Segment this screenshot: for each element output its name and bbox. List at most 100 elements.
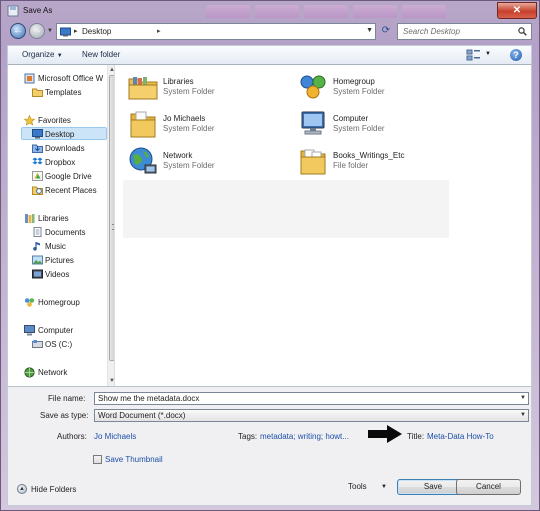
cancel-button[interactable]: Cancel: [456, 479, 521, 495]
chevron-down-icon[interactable]: ▼: [520, 412, 526, 418]
file-type: System Folder: [333, 87, 385, 96]
title-value[interactable]: Meta-Data How-To: [427, 432, 494, 441]
address-dropdown-icon[interactable]: ▼: [366, 27, 373, 34]
command-toolbar: Organize ▼ New folder ▼ ?: [7, 45, 532, 65]
save-thumbnail-label[interactable]: Save Thumbnail: [105, 455, 163, 464]
sidebar-item-recent-places[interactable]: Recent Places: [45, 186, 97, 195]
sidebar-item-office[interactable]: Microsoft Office W: [38, 74, 103, 83]
sidebar-item-os-drive[interactable]: OS (C:): [45, 340, 72, 349]
drive-icon: [32, 340, 43, 348]
search-icon[interactable]: [518, 27, 527, 36]
taskbar-thumbnail-blur: [255, 5, 299, 18]
save-thumbnail-checkbox[interactable]: [93, 455, 102, 464]
organize-button[interactable]: Organize ▼: [22, 50, 63, 59]
sidebar-item-favorites[interactable]: Favorites: [38, 116, 71, 125]
sidebar-item-libraries[interactable]: Libraries: [38, 214, 69, 223]
sidebar-item-downloads[interactable]: Downloads: [45, 144, 85, 153]
pictures-icon: [32, 255, 43, 265]
tags-label: Tags:: [238, 432, 258, 441]
file-item-network[interactable]: Network System Folder: [127, 145, 297, 179]
save-type-value: Word Document (*.docx): [98, 411, 186, 420]
chevron-down-icon[interactable]: ▼: [520, 395, 526, 401]
save-type-label: Save as type:: [40, 411, 89, 420]
authors-value[interactable]: Jo Michaels: [94, 432, 136, 441]
sidebar-item-homegroup[interactable]: Homegroup: [38, 298, 80, 307]
chevron-down-icon[interactable]: ▼: [381, 484, 387, 490]
hide-folders-label: Hide Folders: [31, 485, 77, 494]
computer-icon: [24, 325, 35, 336]
sidebar-item-network[interactable]: Network: [38, 368, 67, 377]
back-arrow-icon: ←: [13, 25, 23, 36]
taskbar-thumbnail-blur: [206, 5, 250, 18]
folder-icon: [300, 149, 326, 175]
chevron-up-icon: ▲: [17, 484, 27, 494]
refresh-icon: ⟳: [381, 25, 391, 36]
desktop-icon: [32, 129, 43, 139]
file-name: Network: [163, 151, 193, 160]
tags-value[interactable]: metadata; writing; howt...: [260, 432, 349, 441]
sidebar-item-pictures[interactable]: Pictures: [45, 256, 74, 265]
computer-icon: [301, 111, 325, 135]
file-type: System Folder: [163, 161, 215, 170]
save-as-icon: [7, 5, 19, 17]
title-label: Title:: [407, 432, 425, 441]
save-as-dialog: Save As ✕ ← → ▼ ▸ Desktop ▸ ▼ ⟳ Search D…: [0, 0, 540, 511]
search-input[interactable]: Search Desktop: [397, 23, 532, 40]
sidebar-item-computer[interactable]: Computer: [38, 326, 73, 335]
back-button[interactable]: ←: [10, 23, 26, 39]
file-item-jo-michaels[interactable]: Jo Michaels System Folder: [127, 108, 297, 142]
file-name: Books_Writings_Etc: [333, 151, 405, 160]
file-name: Homegroup: [333, 77, 375, 86]
network-icon: [24, 367, 35, 378]
homegroup-icon: [300, 75, 326, 99]
save-type-select[interactable]: Word Document (*.docx) ▼: [94, 409, 529, 422]
sidebar-item-music[interactable]: Music: [45, 242, 66, 251]
sidebar-item-documents[interactable]: Documents: [45, 228, 85, 237]
arrow-right-icon: [368, 425, 402, 443]
file-type: File folder: [333, 161, 369, 170]
user-folder-icon: [130, 111, 156, 138]
file-name-input[interactable]: Show me the metadata.docx ▼: [94, 392, 529, 405]
file-item-books-writings-etc[interactable]: Books_Writings_Etc File folder: [297, 145, 467, 179]
file-type: System Folder: [163, 87, 215, 96]
views-dropdown-icon[interactable]: ▼: [485, 51, 491, 57]
sidebar-item-google-drive[interactable]: Google Drive: [45, 172, 92, 181]
file-name-value: Show me the metadata.docx: [98, 394, 200, 403]
navigation-pane: Microsoft Office W Templates Favorites D…: [7, 65, 116, 386]
file-type: System Folder: [163, 124, 215, 133]
close-button[interactable]: ✕: [497, 2, 537, 19]
music-icon: [33, 242, 40, 251]
homegroup-icon: [24, 298, 35, 307]
breadcrumb-chevron-icon[interactable]: ▸: [157, 27, 161, 35]
libraries-icon: [25, 214, 35, 223]
title-bar[interactable]: Save As ✕: [1, 1, 539, 21]
google-drive-icon: [32, 171, 43, 181]
refresh-button[interactable]: ⟳: [378, 23, 394, 40]
change-view-icon[interactable]: [466, 49, 482, 62]
documents-icon: [33, 227, 42, 237]
sidebar-item-desktop[interactable]: Desktop: [45, 130, 74, 139]
file-type: System Folder: [333, 124, 385, 133]
forward-button[interactable]: →: [29, 23, 45, 39]
redacted-area: [123, 180, 449, 238]
help-icon[interactable]: ?: [510, 49, 522, 61]
address-bar[interactable]: ▸ Desktop ▸ ▼: [56, 23, 376, 40]
breadcrumb-chevron-icon[interactable]: ▸: [74, 27, 78, 35]
new-folder-button[interactable]: New folder: [82, 50, 120, 59]
file-item-computer[interactable]: Computer System Folder: [297, 108, 467, 142]
save-options-panel: File name: Show me the metadata.docx ▼ S…: [7, 386, 532, 506]
sidebar-item-videos[interactable]: Videos: [45, 270, 69, 279]
tools-button[interactable]: Tools: [348, 482, 367, 491]
sidebar-item-templates[interactable]: Templates: [45, 88, 81, 97]
authors-label: Authors:: [57, 432, 87, 441]
taskbar-thumbnail-blur: [402, 5, 446, 18]
history-dropdown-icon[interactable]: ▼: [47, 28, 53, 34]
file-list-pane: Libraries System Folder Homegroup System…: [114, 65, 532, 386]
file-item-libraries[interactable]: Libraries System Folder: [127, 71, 297, 105]
downloads-icon: [32, 144, 43, 153]
breadcrumb-location[interactable]: Desktop: [82, 27, 111, 36]
file-item-homegroup[interactable]: Homegroup System Folder: [297, 71, 467, 105]
network-globe-icon: [129, 147, 157, 174]
dropbox-icon: [32, 157, 43, 165]
sidebar-item-dropbox[interactable]: Dropbox: [45, 158, 75, 167]
